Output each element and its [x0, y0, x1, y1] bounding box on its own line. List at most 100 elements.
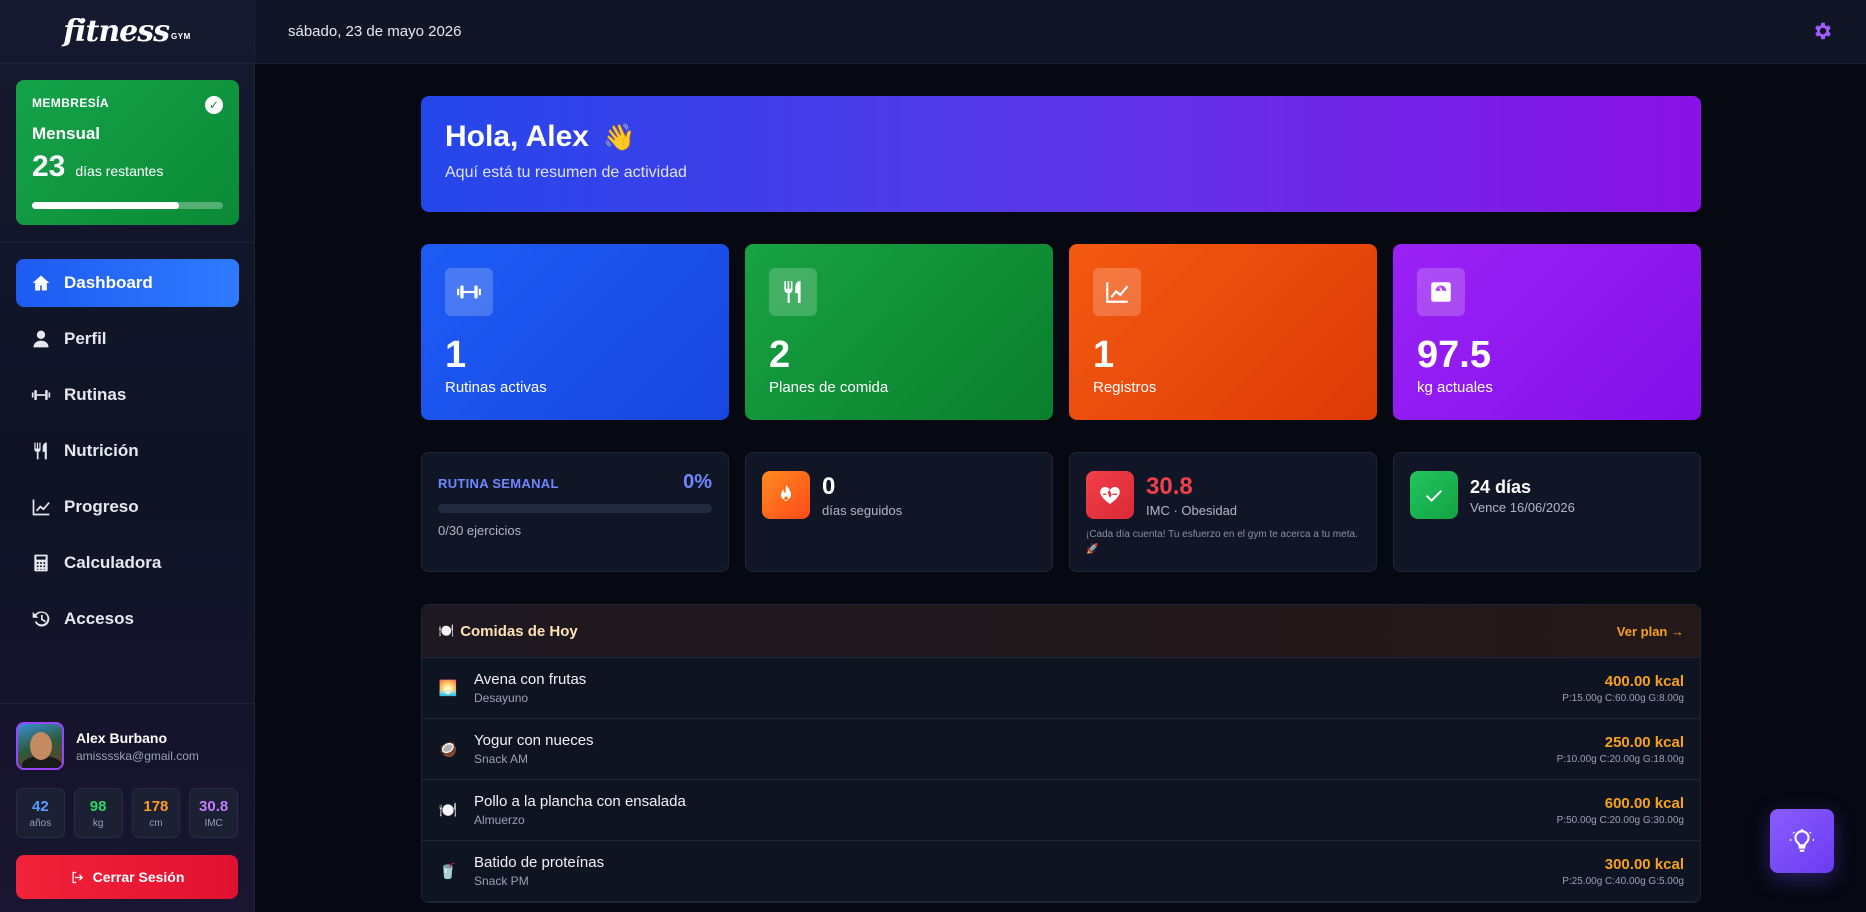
- stat-label: kg: [92, 817, 104, 829]
- cup-icon: 🥤: [438, 863, 458, 880]
- dumbbell-icon: [445, 268, 493, 316]
- nav-label: Progreso: [64, 497, 139, 516]
- stat-value: 42: [32, 797, 49, 815]
- card-weight[interactable]: 97.5 kg actuales: [1393, 244, 1701, 420]
- plate-icon: 🍽️: [438, 802, 458, 819]
- membership-days-label: días restantes: [75, 163, 164, 179]
- welcome-subtitle: Aquí está tu resumen de actividad: [445, 164, 687, 181]
- card-label: Rutinas activas: [445, 379, 547, 396]
- stat-value: 30.8: [199, 797, 229, 815]
- logout-button[interactable]: Cerrar Sesión: [16, 855, 238, 899]
- nav-item-calculadora[interactable]: Calculadora: [16, 539, 239, 587]
- expiry-label: Vence 16/06/2026: [1470, 500, 1575, 515]
- meal-type: Snack AM: [474, 752, 529, 766]
- meal-macros: P:15.00g C:60.00g G:8.00g: [1562, 692, 1684, 704]
- nav-item-accesos[interactable]: Accesos: [16, 595, 239, 643]
- fire-icon: [762, 471, 810, 519]
- weekly-exercises: 0/30 ejercicios: [438, 523, 522, 538]
- weekly-label: RUTINA SEMANAL: [438, 476, 559, 491]
- user-section: Alex Burbano amisssska@gmail.com 42 años…: [0, 703, 254, 899]
- welcome-title: Hola, Alex 👋: [445, 120, 1677, 154]
- membership-progress-fill: [32, 202, 180, 209]
- card-routines[interactable]: 1 Rutinas activas: [421, 244, 729, 420]
- meal-row[interactable]: 🌅 Avena con frutas Desayuno 400.00 kcal …: [422, 658, 1700, 719]
- meal-row[interactable]: 🍽️ Pollo a la plancha con ensalada Almue…: [422, 780, 1700, 841]
- meal-row[interactable]: 🥥 Yogur con nueces Snack AM 250.00 kcal …: [422, 719, 1700, 780]
- top-header: sábado, 23 de mayo 2026: [255, 0, 1866, 64]
- expiry-value: 24 días: [1470, 477, 1532, 497]
- stat-label: IMC: [204, 817, 223, 829]
- membership-days: 23 días restantes: [32, 150, 223, 184]
- home-icon: [30, 272, 52, 294]
- card-label: Planes de comida: [769, 379, 889, 396]
- nav-label: Perfil: [64, 329, 107, 348]
- chart-line-icon: [1093, 268, 1141, 316]
- meal-name: Batido de proteínas: [474, 854, 605, 871]
- main-nav: Dashboard Perfil Rutinas Nutrición Progr…: [16, 259, 239, 651]
- nav-label: Nutrición: [64, 441, 139, 460]
- meals-header: 🍽️ Comidas de Hoy Ver plan →: [422, 605, 1700, 658]
- nav-item-perfil[interactable]: Perfil: [16, 315, 239, 363]
- weekly-routine-card[interactable]: RUTINA SEMANAL 0% 0/30 ejercicios: [421, 452, 729, 572]
- card-meal-plans[interactable]: 2 Planes de comida: [745, 244, 1053, 420]
- membership-plan: Mensual: [32, 124, 101, 143]
- meal-kcal: 300.00 kcal: [1604, 855, 1684, 873]
- card-value: 1: [1093, 334, 1115, 376]
- utensils-icon: [30, 440, 52, 462]
- user-icon: [30, 328, 52, 350]
- streak-label: días seguidos: [822, 503, 903, 518]
- stat-value: 98: [89, 797, 107, 815]
- meals-title: 🍽️ Comidas de Hoy: [438, 623, 578, 640]
- card-value: 1: [445, 334, 467, 376]
- nav-item-nutricion[interactable]: Nutrición: [16, 427, 239, 475]
- meal-macros: P:25.00g C:40.00g G:5.00g: [1562, 875, 1684, 887]
- nav-item-dashboard[interactable]: Dashboard: [16, 259, 239, 307]
- nav-label: Rutinas: [64, 385, 127, 404]
- header-date: sábado, 23 de mayo 2026: [288, 23, 462, 40]
- card-records[interactable]: 1 Registros: [1069, 244, 1377, 420]
- meals-title-text: Comidas de Hoy: [460, 622, 578, 640]
- utensils-icon: [769, 268, 817, 316]
- streak-card: 0 días seguidos: [745, 452, 1053, 572]
- meal-name: Avena con frutas: [474, 671, 587, 688]
- tips-button[interactable]: [1770, 809, 1834, 873]
- meal-type: Desayuno: [474, 691, 529, 705]
- main-content: Hola, Alex 👋 Aquí está tu resumen de act…: [421, 96, 1701, 903]
- wave-icon: 👋: [602, 121, 636, 152]
- history-icon: [30, 608, 52, 630]
- nav-label: Calculadora: [64, 553, 162, 572]
- sign-out-icon: [72, 871, 83, 883]
- logo-sub: GYM: [171, 32, 191, 41]
- bmi-note: ¡Cada día cuenta! Tu esfuerzo en el gym …: [1086, 529, 1358, 555]
- check-circle-icon: ✓: [205, 96, 223, 114]
- sidebar: fitness GYM MEMBRESÍA ✓ Mensual 23 días …: [0, 0, 255, 912]
- membership-progress: [32, 202, 223, 209]
- meal-kcal: 400.00 kcal: [1604, 672, 1684, 690]
- nav-item-progreso[interactable]: Progreso: [16, 483, 239, 531]
- heart-pulse-icon: [1086, 471, 1134, 519]
- card-value: 2: [769, 334, 791, 376]
- sunrise-icon: 🌅: [438, 680, 458, 697]
- meal-row[interactable]: 🥤 Batido de proteínas Snack PM 300.00 kc…: [422, 841, 1700, 902]
- card-value: 97.5: [1417, 334, 1491, 376]
- welcome-text: Hola, Alex: [445, 120, 589, 153]
- card-label: kg actuales: [1417, 379, 1493, 396]
- weekly-progress: [438, 504, 712, 513]
- stat-age: 42 años: [16, 788, 65, 838]
- meal-macros: P:50.00g C:20.00g G:30.00g: [1556, 814, 1684, 826]
- welcome-banner: Hola, Alex 👋 Aquí está tu resumen de act…: [421, 96, 1701, 212]
- view-plan-link[interactable]: Ver plan →: [1617, 624, 1684, 639]
- stat-label: años: [29, 817, 52, 829]
- meal-type: Almuerzo: [474, 813, 525, 827]
- gear-icon[interactable]: [1812, 20, 1834, 42]
- logo-text: fitness: [63, 14, 170, 49]
- streak-value: 0: [822, 473, 836, 500]
- stat-value: 178: [143, 797, 169, 815]
- bmi-label: IMC · Obesidad: [1146, 503, 1238, 518]
- brand-logo[interactable]: fitness GYM: [0, 0, 254, 64]
- logout-label: Cerrar Sesión: [92, 869, 185, 885]
- user-profile[interactable]: Alex Burbano amisssska@gmail.com: [16, 722, 238, 770]
- coconut-icon: 🥥: [438, 741, 458, 758]
- nav-item-rutinas[interactable]: Rutinas: [16, 371, 239, 419]
- bmi-value: 30.8: [1146, 473, 1193, 500]
